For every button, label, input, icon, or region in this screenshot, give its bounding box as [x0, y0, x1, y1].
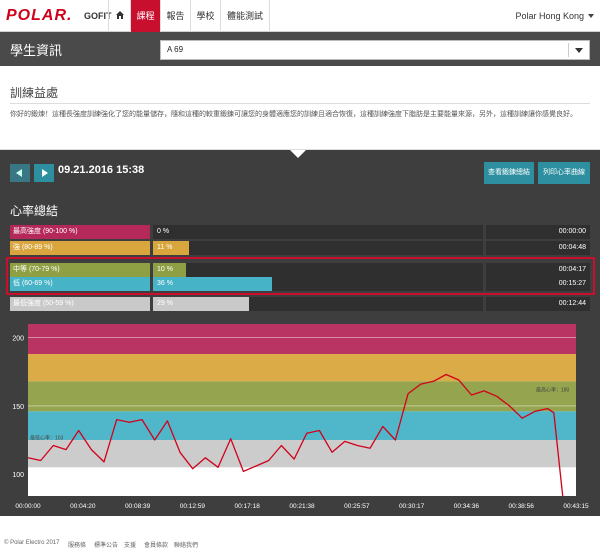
- highlight-box: [6, 257, 595, 295]
- zone-very-hard-row: 最高強度 (90-100 %) 0 % 00:00:00: [10, 225, 590, 239]
- nav-tab-school[interactable]: 學校: [190, 0, 220, 32]
- training-benefit-panel: 訓練益處 你好的鍛煉！這種長強度訓練強化了您的能量儲存，隨和這種的較重鍛鍊可讓您…: [0, 66, 600, 150]
- x-tick-label: 00:25:57: [344, 503, 370, 510]
- zone-name: 最高強度 (90-100 %): [10, 225, 150, 239]
- nav-tab-reports[interactable]: 報告: [160, 0, 190, 32]
- student-info-label: 學生資訊: [10, 43, 63, 58]
- x-tick-label: 00:04:20: [70, 503, 96, 510]
- x-tick-label: 00:21:38: [289, 503, 315, 510]
- polar-logo[interactable]: POLAR.: [6, 7, 73, 25]
- footer-link-notice[interactable]: 標準公告: [94, 540, 118, 549]
- student-select[interactable]: A 69: [160, 40, 590, 60]
- user-menu[interactable]: Polar Hong Kong: [515, 0, 584, 32]
- zone-bar-track: 0 %: [153, 225, 483, 239]
- polar-logo-text: POLAR.: [6, 7, 73, 24]
- nav-tab-fitness-test[interactable]: 體能測試: [220, 0, 270, 32]
- y-tick-label: 100: [12, 472, 24, 479]
- home-button[interactable]: [108, 0, 130, 32]
- zone-band: [28, 324, 576, 355]
- annotation-label: 最低心率：103: [30, 434, 64, 441]
- copyright: © Polar Electro 2017: [4, 540, 60, 546]
- nav-tab-courses[interactable]: 課程: [130, 0, 160, 32]
- x-tick-label: 00:08:39: [125, 503, 151, 510]
- zone-bar-track: 11 %: [153, 241, 483, 255]
- x-tick-label: 00:12:59: [180, 503, 206, 510]
- zone-time-cell: 00:04:48: [486, 241, 590, 255]
- chevron-down-icon[interactable]: [575, 48, 583, 53]
- view-summary-button[interactable]: 查看鍛鍊總結: [484, 162, 534, 184]
- x-tick-label: 00:38:56: [509, 503, 535, 510]
- zone-time: 00:04:48: [558, 244, 586, 251]
- chevron-down-icon[interactable]: [588, 14, 594, 18]
- student-select-value: A 69: [167, 45, 184, 54]
- heart-rate-chart: 100 150 200 00:00:00 00:04:20 00:08:39 00:12:5…: [0, 318, 600, 516]
- session-date: 09.21.2016 15:38: [58, 164, 145, 176]
- previous-session-button[interactable]: [10, 164, 30, 182]
- top-navigation-bar: POLAR. GOFIT 課程 報告 學校 體能測試 Polar Hong Ko…: [0, 0, 600, 32]
- zone-time-cell: 00:12:44: [486, 297, 590, 311]
- next-session-button[interactable]: [34, 164, 54, 182]
- zone-hard-row: 強 (80-89 %) 11 % 00:04:48: [10, 241, 590, 255]
- panel-notch: [290, 150, 306, 158]
- footer-link-terms[interactable]: 服務條: [68, 540, 86, 549]
- y-tick-label: 150: [12, 404, 24, 411]
- zone-band: [28, 411, 576, 441]
- x-tick-label: 00:00:00: [15, 503, 41, 510]
- zone-time: 00:12:44: [558, 300, 586, 307]
- arrow-left-icon: [16, 169, 22, 177]
- zone-percent-label: 0 %: [157, 228, 170, 235]
- zone-time-cell: 00:00:00: [486, 225, 590, 239]
- zone-percent-label: 11 %: [157, 244, 173, 251]
- print-hr-curve-button[interactable]: 列印心率曲線: [538, 162, 590, 184]
- footer-link-contact[interactable]: 聯絡我們: [174, 540, 198, 549]
- zone-band: [28, 354, 576, 382]
- select-divider: [568, 43, 569, 57]
- zone-bar-track: 29 %: [153, 297, 483, 311]
- divider: [10, 103, 590, 104]
- x-tick-label: 00:34:36: [454, 503, 480, 510]
- zone-percent-label: 29 %: [157, 300, 173, 307]
- zone-band: [28, 381, 576, 412]
- footer-link-member[interactable]: 會員條款: [144, 540, 168, 549]
- annotation-label: 最高心率：180: [536, 387, 570, 394]
- footer: © Polar Electro 2017 服務條 標準公告 支援 會員條款 聯絡…: [0, 536, 600, 554]
- home-icon: [116, 11, 124, 19]
- zone-very-light-row: 最低強度 (50-59 %) 29 % 00:12:44: [10, 297, 590, 311]
- zone-name: 最低強度 (50-59 %): [10, 297, 150, 311]
- x-tick-label: 00:17:18: [235, 503, 261, 510]
- hr-summary-title: 心率總結: [10, 204, 59, 218]
- zone-time: 00:00:00: [558, 228, 586, 235]
- x-tick-label: 00:30:17: [399, 503, 425, 510]
- x-tick-label: 00:43:15: [563, 503, 589, 510]
- student-info-bar: 學生資訊 A 69: [0, 32, 600, 66]
- y-tick-label: 200: [12, 336, 24, 343]
- training-benefit-text: 你好的鍛煉！這種長強度訓練強化了您的能量儲存，隨和這種的較重鍛鍊可讓您的身體適應…: [10, 111, 577, 118]
- training-benefit-title: 訓練益處: [10, 86, 59, 100]
- arrow-right-icon: [42, 169, 48, 177]
- footer-link-support[interactable]: 支援: [124, 540, 136, 549]
- zone-name: 強 (80-89 %): [10, 241, 150, 255]
